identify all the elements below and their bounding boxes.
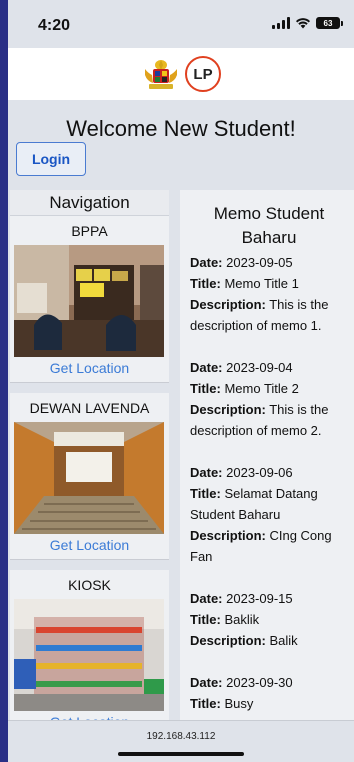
memo-date-label: Date:	[190, 675, 223, 690]
wifi-icon	[295, 17, 311, 29]
battery-level: 63	[323, 18, 333, 28]
nav-card-label: DEWAN LAVENDA	[29, 400, 150, 416]
memo-title-label: Title:	[190, 696, 221, 711]
memo-date-label: Date:	[190, 255, 223, 270]
memo-title-label: Title:	[190, 486, 221, 501]
memo-item: Date: 2023-09-15 Title: Baklik Descripti…	[190, 588, 348, 651]
battery-icon: 63	[316, 17, 343, 29]
memo-date-label: Date:	[190, 465, 223, 480]
memo-title: Memo Title 1	[224, 276, 299, 291]
government-crest-logo	[141, 57, 181, 91]
memo-description-label: Description:	[190, 402, 266, 417]
memo-description-label: Description:	[190, 633, 266, 648]
nav-card-kiosk: KIOSK Get Location	[10, 570, 169, 720]
memo-panel: Memo Student Baharu Date: 2023-09-05 Tit…	[180, 190, 354, 720]
welcome-heading: Welcome New Student!	[66, 116, 296, 141]
memo-date: 2023-09-05	[226, 255, 293, 270]
cellular-signal-icon	[272, 17, 290, 29]
nav-card-bppa: BPPA Get Location	[10, 216, 169, 383]
memo-date-label: Date:	[190, 591, 223, 606]
app-header: LP	[8, 48, 354, 100]
url-text[interactable]: 192.168.43.112	[8, 731, 354, 742]
memo-title: Busy	[224, 696, 254, 711]
memo-date: 2023-09-06	[226, 465, 293, 480]
lp-logo: LP	[185, 56, 221, 92]
memo-date: 2023-09-15	[226, 591, 293, 606]
memo-description-label: Description:	[190, 528, 266, 543]
memo-item: Date: 2023-09-30 Title: Busy	[190, 672, 348, 714]
nav-card-dewan-lavenda: DEWAN LAVENDA Get Location	[10, 393, 169, 560]
memo-item: Date: 2023-09-04 Title: Memo Title 2 Des…	[190, 357, 348, 441]
navigation-panel: Navigation BPPA Get Location DEWAN LAVEN…	[10, 190, 169, 720]
navigation-title: Navigation	[10, 190, 169, 216]
memo-description: Balik	[269, 633, 298, 648]
memo-title-label: Title:	[190, 276, 221, 291]
memo-title: Memo Title 2	[224, 381, 299, 396]
memo-item: Date: 2023-09-05 Title: Memo Title 1 Des…	[190, 252, 348, 336]
memo-item: Date: 2023-09-06 Title: Selamat Datang S…	[190, 462, 348, 567]
status-bar: 4:20 63	[8, 0, 354, 48]
login-button[interactable]: Login	[16, 142, 86, 176]
home-indicator[interactable]	[118, 752, 244, 756]
browser-url-bar[interactable]: 192.168.43.112	[8, 720, 354, 762]
status-time: 4:20	[38, 17, 71, 34]
kiosk-shop-photo	[14, 599, 164, 711]
dewan-lavenda-photo	[14, 422, 164, 534]
phone-screen: 4:20 63 LP Welcome New Student! Login Na…	[8, 0, 354, 762]
memo-title-label: Title:	[190, 612, 221, 627]
get-location-link[interactable]: Get Location	[10, 711, 169, 720]
memo-description-label: Description:	[190, 297, 266, 312]
memo-panel-title: Memo Student Baharu	[213, 204, 325, 247]
memo-title-label: Title:	[190, 381, 221, 396]
bppa-office-photo	[14, 245, 164, 357]
memo-date: 2023-09-30	[226, 675, 293, 690]
nav-card-label: KIOSK	[68, 577, 111, 593]
status-icons: 63	[272, 17, 343, 29]
get-location-link[interactable]: Get Location	[10, 357, 169, 382]
nav-card-label: BPPA	[71, 223, 108, 239]
memo-date: 2023-09-04	[226, 360, 293, 375]
memo-title: Baklik	[224, 612, 260, 627]
get-location-link[interactable]: Get Location	[10, 534, 169, 559]
lp-logo-text: LP	[193, 65, 213, 83]
memo-date-label: Date:	[190, 360, 223, 375]
